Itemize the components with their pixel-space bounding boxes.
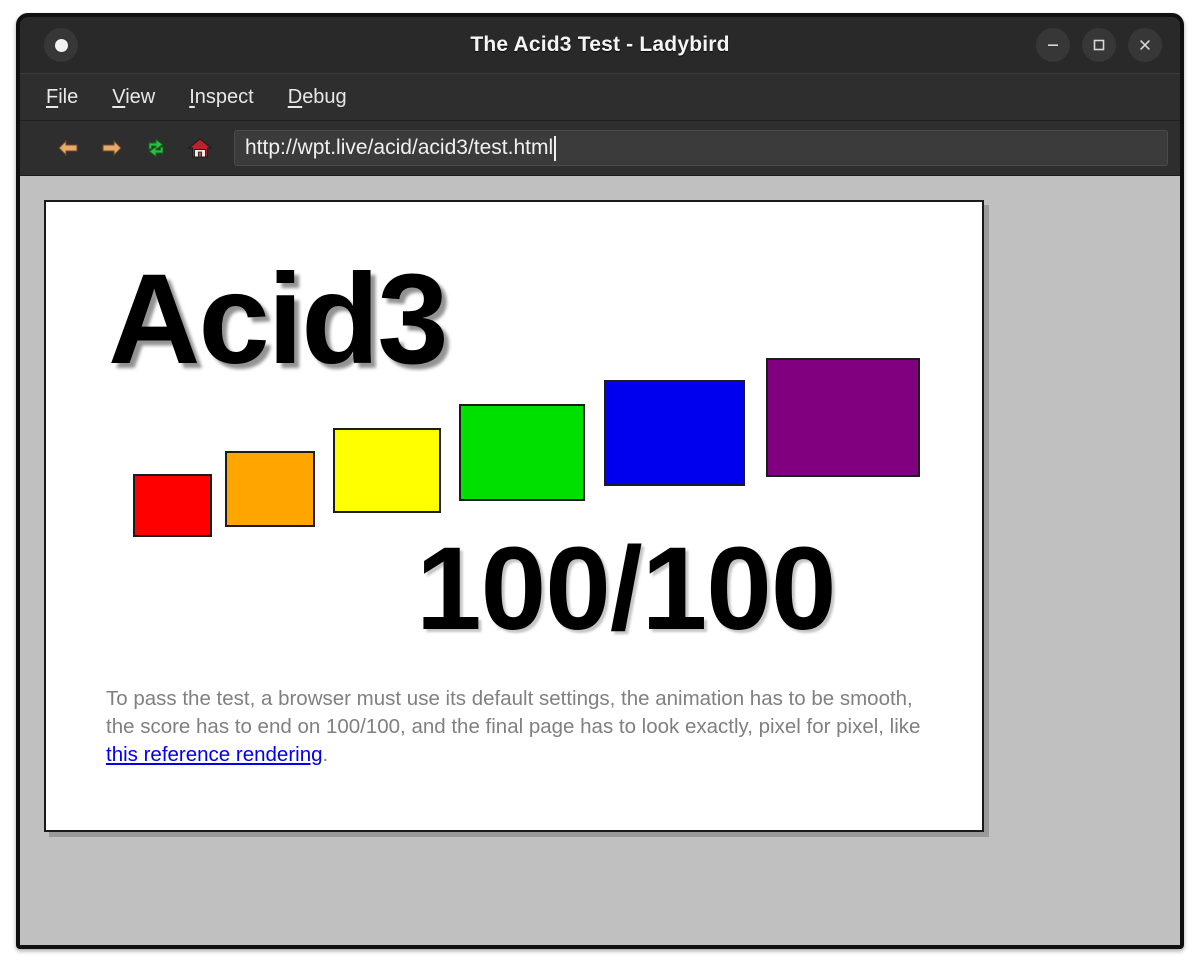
home-icon [187,136,213,160]
forward-button[interactable] [90,129,134,167]
reference-rendering-link[interactable]: this reference rendering [106,743,323,766]
page-viewport: Acid3 100/100 To pass the test, a browse… [20,176,1180,947]
close-icon [1137,37,1153,53]
back-button[interactable] [46,129,90,167]
box-red [133,474,212,537]
window-controls [1036,28,1162,62]
menu-item-view[interactable]: View [108,83,159,112]
menu-mnemonic: V [112,86,125,108]
acid3-score: 100/100 [416,530,836,648]
box-orange [225,451,315,527]
reload-icon [143,136,169,160]
menu-mnemonic: D [288,86,302,108]
home-button[interactable] [178,129,222,167]
maximize-button[interactable] [1082,28,1116,62]
box-yellow [333,428,441,513]
menu-item-file[interactable]: File [42,83,82,112]
maximize-icon [1091,37,1107,53]
arrow-right-icon [99,137,125,159]
menu-label-rest: iew [125,86,155,108]
browser-window: The Acid3 Test - Ladybird File View In [16,13,1184,949]
browser-toolbar: http://wpt.live/acid/acid3/test.html [20,121,1180,176]
menu-item-debug[interactable]: Debug [284,83,351,112]
url-bar[interactable]: http://wpt.live/acid/acid3/test.html [234,130,1168,166]
minimize-icon [1045,37,1061,53]
menu-label-rest: nspect [195,86,254,108]
menu-label-rest: ile [58,86,78,108]
menu-mnemonic: F [46,86,58,108]
rendered-page: Acid3 100/100 To pass the test, a browse… [44,200,984,832]
acid3-heading: Acid3 [108,256,447,384]
note-text-after: . [323,743,329,766]
circle-dot-icon [55,39,68,52]
reload-button[interactable] [134,129,178,167]
box-purple [766,358,920,477]
close-button[interactable] [1128,28,1162,62]
menu-bar: File View Inspect Debug [20,74,1180,121]
acid3-note: To pass the test, a browser must use its… [106,685,934,769]
url-input[interactable]: http://wpt.live/acid/acid3/test.html [245,136,553,160]
app-menu-button[interactable] [44,28,78,62]
acid3-artwork: Acid3 100/100 To pass the test, a browse… [46,202,982,672]
arrow-left-icon [55,137,81,159]
title-bar: The Acid3 Test - Ladybird [20,17,1180,74]
box-blue [604,380,745,486]
box-green [459,404,585,501]
text-caret [554,136,556,161]
note-text-before: To pass the test, a browser must use its… [106,687,920,738]
menu-label-rest: ebug [302,86,347,108]
menu-item-inspect[interactable]: Inspect [185,83,258,112]
minimize-button[interactable] [1036,28,1070,62]
window-title: The Acid3 Test - Ladybird [20,33,1180,57]
